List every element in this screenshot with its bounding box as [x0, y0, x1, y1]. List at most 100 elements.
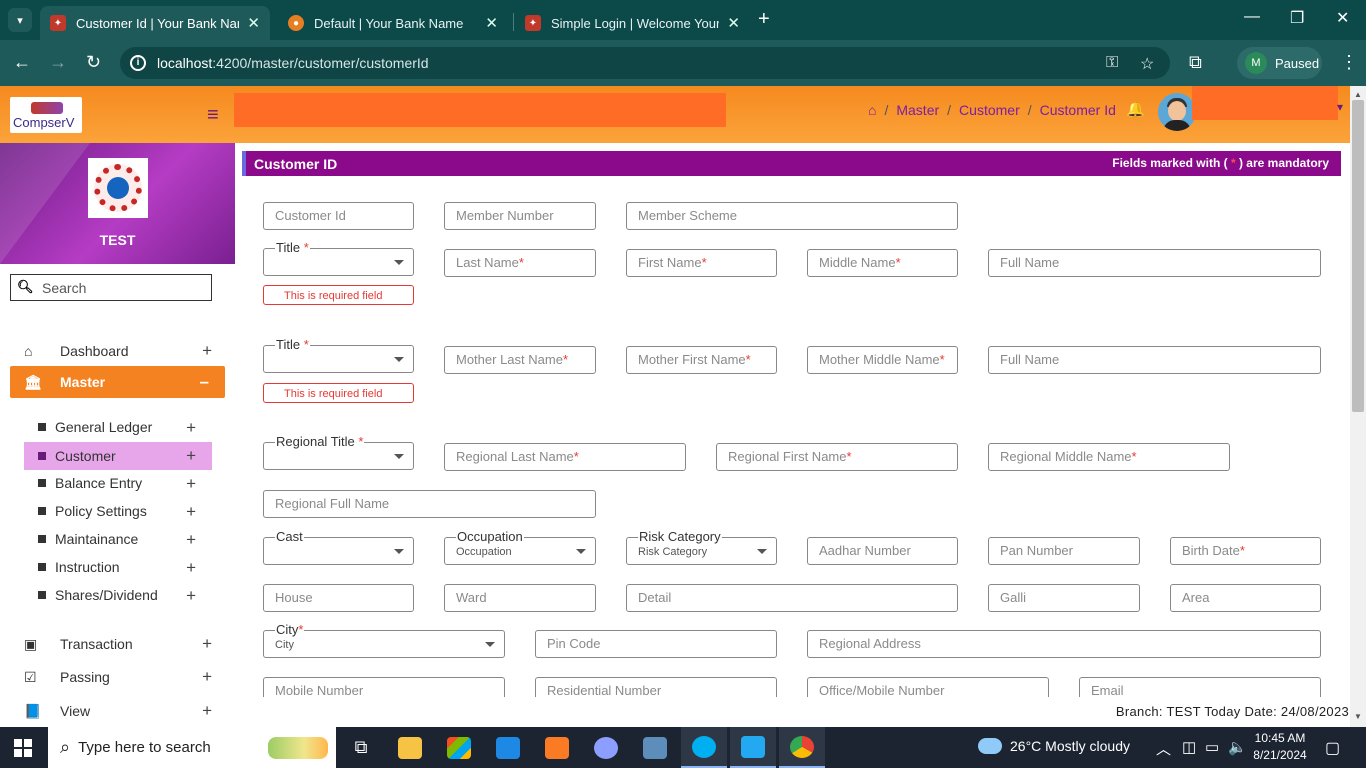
browser-tab-simple-login[interactable]: ✦ Simple Login | Welcome Your B ✕	[515, 6, 750, 40]
windows-start-icon[interactable]	[14, 739, 32, 757]
sidebar-item-master[interactable]: 🏛 Master –	[10, 366, 225, 398]
expand-plus-icon[interactable]: +	[186, 558, 196, 578]
sidebar-sub-balance-entry[interactable]: Balance Entry +	[24, 470, 212, 496]
expand-plus-icon[interactable]: +	[186, 586, 196, 606]
microsoft-store-icon[interactable]	[436, 727, 482, 768]
galli-input[interactable]: Galli	[988, 584, 1140, 612]
customer-id-input[interactable]: Customer Id	[263, 202, 414, 230]
sidebar-item-view[interactable]: 📘 View +	[24, 699, 212, 723]
restore-icon[interactable]: ❐	[1290, 8, 1304, 28]
pan-number-input[interactable]: Pan Number	[988, 537, 1140, 565]
browser-tab-default[interactable]: ● Default | Your Bank Name ✕	[278, 6, 508, 40]
chrome-icon[interactable]	[779, 727, 825, 768]
ward-input[interactable]: Ward	[444, 584, 596, 612]
eclipse-icon[interactable]	[583, 727, 629, 768]
sidebar-search-input[interactable]: 🔍︎ Search	[10, 274, 212, 301]
member-number-input[interactable]: Member Number	[444, 202, 596, 230]
password-key-icon[interactable]: ⚿	[1106, 54, 1118, 72]
url-text[interactable]: localhost:4200/master/customer/customerI…	[157, 55, 429, 71]
sidebar-item-dashboard[interactable]: ⌂ Dashboard +	[24, 339, 212, 363]
expand-plus-icon[interactable]: +	[186, 530, 196, 550]
expand-plus-icon[interactable]: +	[186, 418, 196, 438]
bookmark-star-icon[interactable]: ☆	[1140, 54, 1154, 74]
browser-menu-icon[interactable]: ⋮	[1340, 52, 1358, 73]
tab-search-chevron-icon[interactable]: ▾	[8, 8, 32, 32]
city-select[interactable]: City* City	[263, 622, 505, 658]
regional-title-select[interactable]: Regional Title *	[263, 434, 414, 470]
volume-icon[interactable]: 🔈	[1228, 738, 1247, 756]
vscode-icon[interactable]	[730, 727, 776, 768]
regional-middle-name-input[interactable]: Regional Middle Name*	[988, 443, 1230, 471]
risk-category-select[interactable]: Risk Category Risk Category	[626, 529, 777, 565]
sidebar-sub-instruction[interactable]: Instruction +	[24, 554, 212, 580]
member-scheme-input[interactable]: Member Scheme	[626, 202, 958, 230]
sidebar-sub-customer[interactable]: Customer +	[24, 442, 212, 470]
collapse-minus-icon[interactable]: –	[200, 372, 209, 392]
area-input[interactable]: Area	[1170, 584, 1321, 612]
breadcrumb-customer[interactable]: Customer	[959, 102, 1020, 118]
mother-first-name-input[interactable]: Mother First Name*	[626, 346, 777, 374]
residential-number-input[interactable]: Residential Number	[535, 677, 777, 698]
site-info-icon[interactable]: i	[130, 55, 146, 71]
email-input[interactable]: Email	[1079, 677, 1321, 698]
sidebar-item-passing[interactable]: ☑ Passing +	[24, 665, 212, 689]
scroll-up-icon[interactable]: ▲	[1354, 90, 1362, 99]
expand-plus-icon[interactable]: +	[186, 446, 196, 466]
expand-plus-icon[interactable]: +	[202, 701, 212, 721]
close-tab-icon[interactable]: ✕	[727, 14, 740, 32]
show-hidden-icons-chevron-icon[interactable]: ︿	[1156, 738, 1171, 759]
regional-last-name-input[interactable]: Regional Last Name*	[444, 443, 686, 471]
full-name-input[interactable]: Full Name	[988, 249, 1321, 277]
minimize-icon[interactable]: —	[1244, 8, 1260, 26]
scroll-down-icon[interactable]: ▼	[1354, 712, 1362, 721]
back-arrow-icon[interactable]: ←	[13, 52, 31, 73]
weather-widget[interactable]: 26°C Mostly cloudy	[978, 738, 1130, 754]
extensions-puzzle-icon[interactable]: ⧉	[1189, 52, 1202, 73]
new-tab-plus-icon[interactable]: +	[758, 8, 770, 31]
postgresql-icon[interactable]	[632, 727, 678, 768]
reload-icon[interactable]: ↻	[86, 52, 101, 73]
taskbar-clock[interactable]: 10:45 AM 8/21/2024	[1252, 730, 1308, 764]
browser-tab-customer-id[interactable]: ✦ Customer Id | Your Bank Name ✕	[40, 6, 270, 40]
pin-code-input[interactable]: Pin Code	[535, 630, 777, 658]
vertical-scrollbar[interactable]: ▲ ▼	[1350, 86, 1366, 727]
title-select[interactable]: Title *	[263, 240, 414, 276]
first-name-input[interactable]: First Name*	[626, 249, 777, 277]
expand-plus-icon[interactable]: +	[202, 667, 212, 687]
last-name-input[interactable]: Last Name*	[444, 249, 596, 277]
regional-full-name-input[interactable]: Regional Full Name	[263, 490, 596, 518]
mail-icon[interactable]	[485, 727, 531, 768]
file-explorer-icon[interactable]	[387, 727, 433, 768]
mother-full-name-input[interactable]: Full Name	[988, 346, 1321, 374]
user-avatar[interactable]	[1158, 93, 1196, 131]
regional-address-input[interactable]: Regional Address	[807, 630, 1321, 658]
close-tab-icon[interactable]: ✕	[485, 14, 498, 32]
profile-button[interactable]: M Paused	[1237, 47, 1322, 79]
mother-last-name-input[interactable]: Mother Last Name*	[444, 346, 596, 374]
network-icon[interactable]: ▭	[1205, 738, 1219, 756]
meet-now-icon[interactable]: ◫	[1182, 738, 1196, 756]
expand-plus-icon[interactable]: +	[186, 502, 196, 522]
expand-plus-icon[interactable]: +	[186, 474, 196, 494]
address-bar[interactable]: i localhost:4200/master/customer/custome…	[120, 47, 1170, 79]
sidebar-item-transaction[interactable]: ▣ Transaction +	[24, 632, 212, 656]
mother-title-select[interactable]: Title *	[263, 337, 414, 373]
sidebar-sub-maintainance[interactable]: Maintainance +	[24, 526, 212, 552]
notification-bell-icon[interactable]: 🔔	[1126, 100, 1145, 118]
expand-plus-icon[interactable]: +	[202, 634, 212, 654]
xampp-icon[interactable]	[534, 727, 580, 768]
mother-middle-name-input[interactable]: Mother Middle Name*	[807, 346, 958, 374]
taskbar-search-box[interactable]: ⌕ Type here to search	[48, 727, 336, 768]
user-menu-chevron-icon[interactable]: ▾	[1337, 100, 1343, 114]
hamburger-menu-icon[interactable]: ≡	[207, 104, 219, 127]
house-input[interactable]: House	[263, 584, 414, 612]
home-icon[interactable]: ⌂	[868, 102, 876, 118]
regional-first-name-input[interactable]: Regional First Name*	[716, 443, 958, 471]
forward-arrow-icon[interactable]: →	[49, 52, 67, 73]
cast-select[interactable]: Cast	[263, 529, 414, 565]
breadcrumb-master[interactable]: Master	[896, 102, 939, 118]
office-mobile-number-input[interactable]: Office/Mobile Number	[807, 677, 1049, 698]
close-tab-icon[interactable]: ✕	[247, 14, 260, 32]
detail-input[interactable]: Detail	[626, 584, 958, 612]
aadhar-number-input[interactable]: Aadhar Number	[807, 537, 958, 565]
